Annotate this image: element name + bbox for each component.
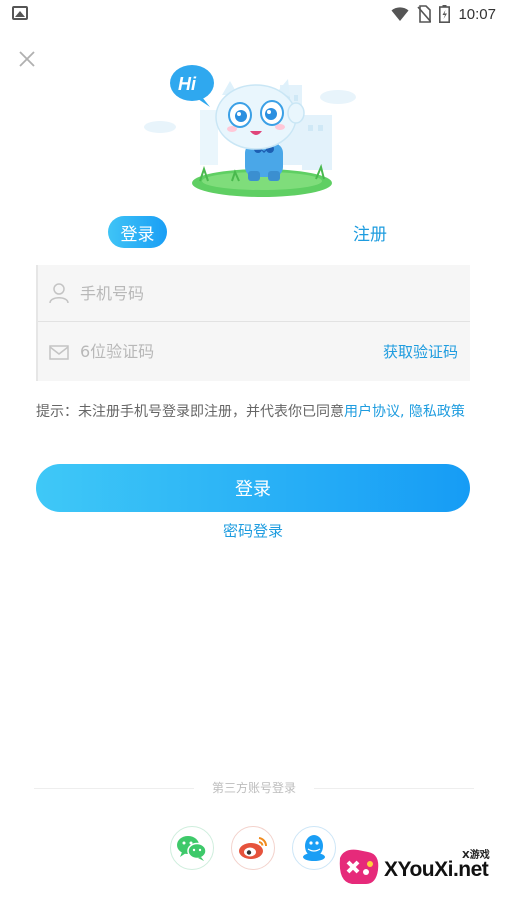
- user-icon: [49, 283, 69, 304]
- wechat-icon: [177, 836, 207, 861]
- battery-icon: [439, 5, 451, 23]
- weibo-icon: [239, 837, 268, 859]
- phone-input[interactable]: [80, 265, 470, 321]
- close-button[interactable]: [14, 46, 40, 72]
- watermark-text: XYouXi.net: [384, 858, 489, 881]
- status-icons: 10:07: [391, 4, 496, 24]
- no-sim-icon: [417, 5, 432, 23]
- close-icon: [19, 51, 35, 67]
- gallery-notification-icon: [12, 6, 28, 20]
- qq-login-button[interactable]: [292, 826, 336, 870]
- privacy-policy-link[interactable]: 隐私政策: [409, 404, 465, 420]
- tip-separator: ,: [400, 404, 409, 420]
- login-form: 获取验证码: [36, 265, 470, 381]
- weibo-login-button[interactable]: [231, 826, 275, 870]
- tab-login[interactable]: 登录: [108, 216, 167, 248]
- qq-icon: [303, 835, 325, 861]
- watermark-logo: X游戏 XYouXi.net: [334, 840, 502, 894]
- clock: 10:07: [458, 5, 496, 23]
- tab-register[interactable]: 注册: [340, 216, 400, 248]
- status-bar: 10:07: [0, 0, 506, 28]
- mascot-illustration: Hi: [144, 65, 356, 197]
- speech-bubble-text: Hi: [178, 74, 197, 94]
- tip-text: 提示：未注册手机号登录即注册，并代表你已同意: [36, 404, 344, 420]
- wechat-login-button[interactable]: [170, 826, 214, 870]
- password-login-link[interactable]: 密码登录: [0, 520, 506, 541]
- get-code-button[interactable]: 获取验证码: [383, 341, 458, 362]
- verification-code-input[interactable]: [80, 323, 383, 380]
- divider-line-right: [314, 788, 474, 789]
- wifi-icon: [391, 7, 409, 21]
- code-field: 获取验证码: [38, 323, 470, 380]
- login-register-tabs: 登录 注册: [0, 213, 506, 251]
- gamepad-logo-icon: [339, 849, 379, 884]
- phone-field: [38, 265, 470, 322]
- agreement-tip: 提示：未注册手机号登录即注册，并代表你已同意用户协议, 隐私政策: [36, 402, 476, 422]
- user-agreement-link[interactable]: 用户协议: [344, 404, 400, 420]
- third-party-divider: 第三方账号登录: [34, 778, 474, 798]
- login-button[interactable]: 登录: [36, 464, 470, 512]
- mail-icon: [49, 344, 69, 360]
